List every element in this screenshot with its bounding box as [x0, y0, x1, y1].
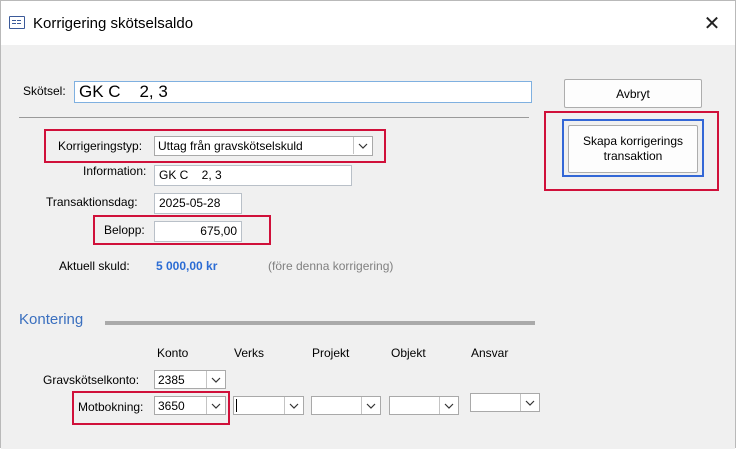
korrigeringstyp-select[interactable]: Uttag från gravskötselskuld — [154, 136, 373, 156]
chevron-down-icon[interactable] — [284, 397, 303, 414]
close-icon: ✕ — [703, 12, 721, 35]
motbokning-label: Motbokning: — [78, 400, 144, 414]
gravskotselkonto-value: 2385 — [158, 373, 185, 387]
motbokning-value: 3650 — [158, 399, 185, 413]
aktuell-skuld-label: Aktuell skuld: — [59, 259, 130, 273]
skapa-label-line1: Skapa korrigerings — [582, 134, 684, 148]
avbryt-button[interactable]: Avbryt — [564, 79, 702, 108]
skotsel-label: Skötsel: — [23, 84, 66, 98]
information-label: Information: — [83, 164, 147, 178]
title-bar: Korrigering skötselsaldo ✕ — [1, 1, 735, 45]
transaktionsdag-field[interactable]: 2025-05-28 — [154, 193, 242, 214]
chevron-down-icon[interactable] — [361, 397, 380, 414]
chevron-down-icon[interactable] — [206, 371, 225, 388]
transaktionsdag-label: Transaktionsdag: — [46, 195, 138, 209]
text-cursor — [236, 399, 237, 412]
chevron-down-icon[interactable] — [439, 397, 458, 414]
avbryt-label: Avbryt — [616, 86, 650, 101]
belopp-label: Belopp: — [104, 223, 145, 237]
column-objekt: Objekt — [391, 346, 426, 360]
gravskotselkonto-label: Gravskötselkonto: — [43, 373, 140, 387]
column-ansvar: Ansvar — [471, 346, 509, 360]
close-button[interactable]: ✕ — [689, 1, 735, 45]
gravskotselkonto-select[interactable]: 2385 — [154, 370, 226, 389]
information-field[interactable]: GK C 2, 3 — [154, 165, 352, 186]
information-value: GK C 2, 3 — [159, 168, 222, 182]
skapa-korrigering-button[interactable]: Skapa korrigerings transaktion — [568, 125, 698, 173]
aktuell-skuld-note: (före denna korrigering) — [268, 259, 394, 273]
kontering-divider — [105, 321, 535, 325]
belopp-field[interactable]: 675,00 — [154, 221, 242, 242]
column-verks: Verks — [234, 346, 265, 360]
skapa-label-line2: transaktion — [603, 149, 663, 163]
chevron-down-icon[interactable] — [520, 394, 539, 411]
column-projekt: Projekt — [312, 346, 350, 360]
skotsel-field[interactable]: GK C 2, 3 — [74, 81, 532, 103]
skotsel-value: GK C 2, 3 — [79, 82, 168, 101]
motbokning-objekt-select[interactable] — [389, 396, 459, 415]
column-konto: Konto — [157, 346, 189, 360]
kontering-heading: Kontering — [19, 311, 84, 328]
motbokning-verks-select[interactable] — [233, 396, 304, 415]
aktuell-skuld-value: 5 000,00 kr — [156, 259, 218, 273]
motbokning-konto-select[interactable]: 3650 — [154, 396, 226, 415]
app-form-icon — [9, 16, 25, 29]
motbokning-projekt-select[interactable] — [311, 396, 381, 415]
transaktionsdag-value: 2025-05-28 — [159, 196, 221, 210]
separator-line — [19, 117, 529, 118]
dialog-window: Korrigering skötselsaldo ✕ Skötsel: GK C… — [0, 0, 736, 449]
window-title: Korrigering skötselsaldo — [33, 15, 194, 32]
dialog-content: Skötsel: GK C 2, 3 Avbryt Skapa korriger… — [1, 45, 735, 449]
chevron-down-icon[interactable] — [206, 397, 225, 414]
motbokning-ansvar-select[interactable] — [470, 393, 540, 412]
belopp-value: 675,00 — [200, 224, 237, 238]
korrigeringstyp-value: Uttag från gravskötselskuld — [158, 139, 303, 153]
korrigeringstyp-label: Korrigeringstyp: — [58, 139, 143, 153]
chevron-down-icon[interactable] — [353, 137, 372, 154]
